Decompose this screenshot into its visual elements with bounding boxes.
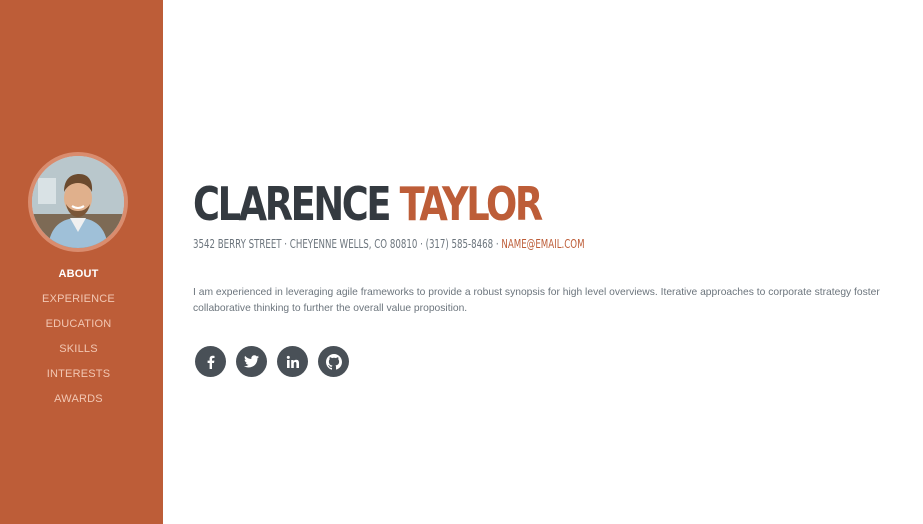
nav-item-experience[interactable]: Experience [0, 291, 157, 316]
nav-item-education[interactable]: Education [0, 316, 157, 341]
nav-item-about[interactable]: About [0, 266, 157, 291]
last-name: Taylor [399, 177, 544, 231]
nav-item-awards[interactable]: Awards [0, 391, 157, 416]
avatar[interactable] [28, 152, 128, 252]
facebook-link[interactable] [195, 346, 226, 377]
sidebar: About Experience Education Skills Intere… [0, 0, 163, 524]
address-text: 3542 Berry Street · Cheyenne Wells, CO 8… [193, 237, 499, 251]
social-icons [195, 346, 359, 377]
github-icon [325, 353, 342, 370]
github-link[interactable] [318, 346, 349, 377]
profile-photo-icon [32, 156, 124, 248]
page-title: Clarence Taylor [193, 174, 544, 234]
twitter-link[interactable] [236, 346, 267, 377]
first-name: Clarence [193, 177, 392, 231]
nav-item-interests[interactable]: Interests [0, 366, 157, 391]
email-link[interactable]: name@email.com [501, 237, 584, 251]
facebook-icon [207, 355, 214, 369]
linkedin-link[interactable] [277, 346, 308, 377]
nav-item-skills[interactable]: Skills [0, 341, 157, 366]
contact-line: 3542 Berry Street · Cheyenne Wells, CO 8… [193, 237, 585, 251]
intro-text: I am experienced in leveraging agile fra… [193, 287, 880, 314]
linkedin-icon [286, 355, 299, 368]
nav-menu: About Experience Education Skills Intere… [0, 266, 157, 416]
twitter-icon [244, 355, 259, 368]
